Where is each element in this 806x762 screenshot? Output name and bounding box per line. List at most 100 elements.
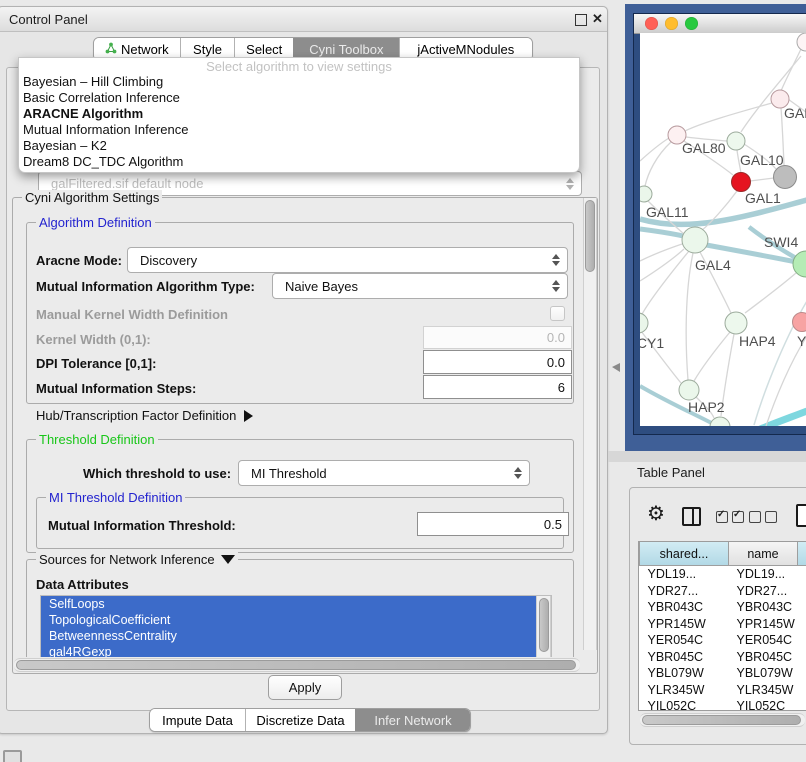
network-node[interactable]: [725, 312, 747, 334]
table-row[interactable]: YBL079WYBL079W: [640, 665, 806, 682]
network-node[interactable]: [679, 380, 699, 400]
combo-stepper-icon: [549, 280, 563, 292]
mi-threshold-field[interactable]: 0.5: [417, 512, 569, 536]
bottom-tab-infer-network[interactable]: Infer Network: [355, 709, 470, 731]
manual-kernel-label: Manual Kernel Width Definition: [36, 307, 228, 322]
network-edge: [645, 142, 671, 186]
network-node[interactable]: [640, 186, 652, 202]
mi-type-label: Mutual Information Algorithm Type:: [36, 279, 255, 294]
settings-vertical-scrollbar-thumb[interactable]: [585, 200, 595, 272]
table-cell: 8.: [798, 632, 806, 649]
table-row[interactable]: YDL19...YDL19...13: [640, 566, 806, 583]
network-node[interactable]: [682, 227, 708, 253]
column-header[interactable]: shared...: [640, 542, 729, 566]
network-canvas[interactable]: GAL7GAL80GAL10GAL1GAL11SWI4GAL4GCY1HAP4Y…: [640, 33, 806, 426]
apply-button[interactable]: Apply: [268, 675, 342, 700]
close-traffic-light[interactable]: [645, 17, 658, 30]
mi-type-combobox[interactable]: Naive Bayes: [272, 273, 568, 299]
bottom-tab-discretize-data[interactable]: Discretize Data: [245, 709, 355, 731]
table-row[interactable]: YER054CYER054C8.: [640, 632, 806, 649]
settings-vertical-scrollbar[interactable]: [583, 198, 597, 650]
mouse-cursor: [612, 363, 620, 372]
sources-group-header[interactable]: Sources for Network Inference: [36, 552, 238, 567]
table-row[interactable]: YDR27...YDR27...12: [640, 583, 806, 600]
control-panel-titlebar[interactable]: Control Panel ✕: [0, 7, 607, 32]
algorithm-option[interactable]: Basic Correlation Inference: [19, 90, 579, 106]
algorithm-option[interactable]: Bayesian – Hill Climbing: [19, 74, 579, 90]
aracne-mode-value: Discovery: [128, 253, 549, 268]
new-table-icon[interactable]: [796, 504, 806, 527]
settings-horizontal-scrollbar-thumb[interactable]: [16, 660, 576, 670]
network-node[interactable]: [797, 33, 806, 51]
algorithm-option[interactable]: Mutual Information Inference: [19, 122, 579, 138]
tab-label: Select: [246, 42, 282, 57]
table-cell: 9: [798, 698, 806, 711]
table-cell: 9.: [798, 649, 806, 666]
node-label: HAP4: [739, 333, 776, 349]
minimize-traffic-light[interactable]: [665, 17, 678, 30]
attribute-option[interactable]: gal4RGexp: [41, 644, 551, 657]
table-cell: YBR043C: [729, 599, 798, 616]
gear-icon[interactable]: ⚙: [647, 504, 665, 524]
attributes-scrollbar-thumb[interactable]: [539, 598, 549, 652]
network-node[interactable]: [793, 313, 806, 332]
attributes-scrollbar[interactable]: [536, 596, 551, 657]
network-node[interactable]: [774, 166, 797, 189]
float-icon[interactable]: [575, 14, 587, 26]
attribute-option[interactable]: TopologicalCoefficient: [41, 612, 551, 628]
network-node[interactable]: [732, 173, 751, 192]
network-node[interactable]: [727, 132, 745, 150]
data-attributes-list[interactable]: SelfLoopsTopologicalCoefficientBetweenne…: [40, 595, 552, 657]
which-threshold-combobox[interactable]: MI Threshold: [238, 460, 530, 486]
dpi-tolerance-field[interactable]: 0.0: [423, 350, 572, 374]
table-row[interactable]: YLR345WYLR345W9.: [640, 682, 806, 699]
mi-steps-field[interactable]: 6: [423, 375, 572, 399]
table-cell: YPR145W: [640, 616, 729, 633]
table-row[interactable]: YPR145WYPR145W9.: [640, 616, 806, 633]
table-panel-title: Table Panel: [637, 465, 705, 480]
column-header[interactable]: name: [729, 542, 798, 566]
network-node[interactable]: [710, 417, 730, 426]
network-edge: [745, 273, 796, 313]
algorithm-option[interactable]: ARACNE Algorithm: [19, 106, 579, 122]
table-row[interactable]: YIL052CYIL052C9: [640, 698, 806, 711]
zoom-traffic-light[interactable]: [685, 17, 698, 30]
network-window-titlebar[interactable]: [634, 14, 806, 34]
bottom-tab-impute-data[interactable]: Impute Data: [150, 709, 245, 731]
network-window[interactable]: GAL7GAL80GAL10GAL1GAL11SWI4GAL4GCY1HAP4Y…: [633, 13, 806, 435]
table-data-combobox-value: galFiltered.sif default node: [39, 176, 563, 191]
node-label: GAL11: [646, 204, 689, 220]
network-edge: [751, 411, 806, 426]
unselect-all-columns-icon[interactable]: [749, 511, 777, 523]
table-cell: YPR145W: [729, 616, 798, 633]
attribute-option[interactable]: BetweennessCentrality: [41, 628, 551, 644]
column-header[interactable]: [798, 542, 806, 566]
select-all-columns-icon[interactable]: [716, 511, 744, 523]
sources-group-title: Sources for Network Inference: [39, 552, 215, 567]
table-horizontal-scrollbar-thumb[interactable]: [642, 715, 801, 725]
panel-divider[interactable]: [608, 451, 806, 462]
kernel-width-field[interactable]: 0.0: [423, 326, 572, 349]
column-layout-icon[interactable]: [682, 507, 701, 526]
collapse-down-icon[interactable]: [221, 555, 235, 564]
hub-section-toggle[interactable]: Hub/Transcription Factor Definition: [36, 408, 253, 423]
network-node[interactable]: [640, 313, 648, 333]
node-label: GCY1: [640, 335, 664, 351]
algorithm-option[interactable]: Dream8 DC_TDC Algorithm: [19, 154, 579, 170]
manual-kernel-checkbox[interactable]: [550, 306, 565, 321]
close-icon[interactable]: ✕: [592, 11, 603, 27]
table-row[interactable]: YBR043CYBR043C: [640, 599, 806, 616]
expand-right-icon[interactable]: [244, 410, 253, 422]
data-attributes-label: Data Attributes: [36, 577, 129, 592]
table-row[interactable]: YBR045CYBR045C9.: [640, 649, 806, 666]
attribute-option[interactable]: SelfLoops: [41, 596, 551, 612]
minimized-panel-icon[interactable]: [3, 750, 22, 762]
aracne-mode-combobox[interactable]: Discovery: [127, 247, 568, 273]
table-cell: YDL19...: [729, 566, 798, 583]
algorithm-option[interactable]: Bayesian – K2: [19, 138, 579, 154]
combo-stepper-icon: [563, 178, 577, 190]
settings-horizontal-scrollbar[interactable]: [14, 658, 580, 672]
table-horizontal-scrollbar[interactable]: [640, 713, 805, 727]
node-label: Y: [797, 333, 806, 349]
node-table[interactable]: shared...nameYDL19...YDL19...13YDR27...Y…: [638, 541, 806, 711]
